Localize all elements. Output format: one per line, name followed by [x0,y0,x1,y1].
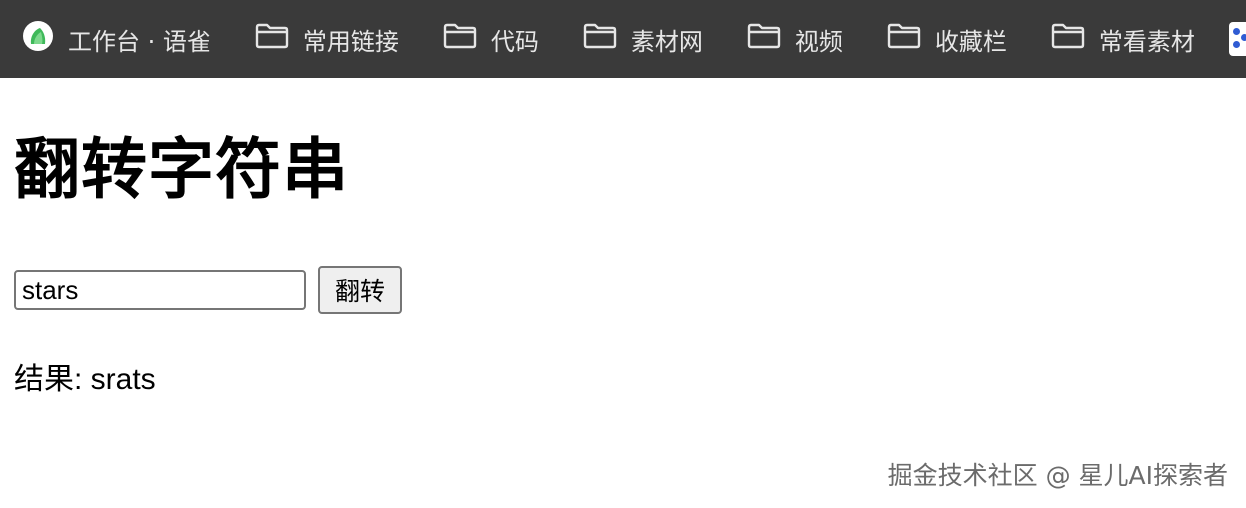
watermark: 掘金技术社区 @ 星儿AI探索者 [887,461,1228,490]
reverse-form: 翻转 [14,266,1214,314]
bookmark-folder-favorites[interactable]: 收藏栏 [887,0,1007,78]
string-input[interactable] [14,270,306,310]
folder-icon [747,23,781,55]
result-text: 结果: srats [14,363,156,396]
bookmark-folder-code[interactable]: 代码 [443,0,539,78]
reverse-button[interactable]: 翻转 [318,266,402,314]
bookmark-label: 收藏栏 [934,27,1007,56]
bookmarks-bar: 工作台 · 语雀 常用链接 代码 素材网 视频 收藏栏 常看素材 [0,0,1246,78]
bookmark-label: 视频 [794,27,843,56]
bookmark-label: 常用链接 [302,27,399,56]
bookmark-label: 代码 [490,27,539,56]
bookmark-folder-frequent-assets[interactable]: 常看素材 [1051,0,1195,78]
page-title: 翻转字符串 [14,131,349,208]
truncated-bookmark-favicon-icon[interactable] [1228,22,1246,56]
bookmark-label: 常看素材 [1098,27,1195,56]
page-content: 翻转字符串 翻转 结果: srats [14,78,1214,398]
bookmark-folder-video[interactable]: 视频 [747,0,843,78]
yuque-logo-icon [22,20,54,58]
folder-icon [887,23,921,55]
folder-icon [255,23,289,55]
bookmark-folder-common-links[interactable]: 常用链接 [255,0,399,78]
folder-icon [583,23,617,55]
bookmark-label: 素材网 [630,27,703,56]
bookmark-label: 工作台 · 语雀 [68,27,211,56]
folder-icon [1051,23,1085,55]
bookmark-yuque[interactable]: 工作台 · 语雀 [22,0,211,78]
bookmark-folder-assets[interactable]: 素材网 [583,0,703,78]
folder-icon [443,23,477,55]
